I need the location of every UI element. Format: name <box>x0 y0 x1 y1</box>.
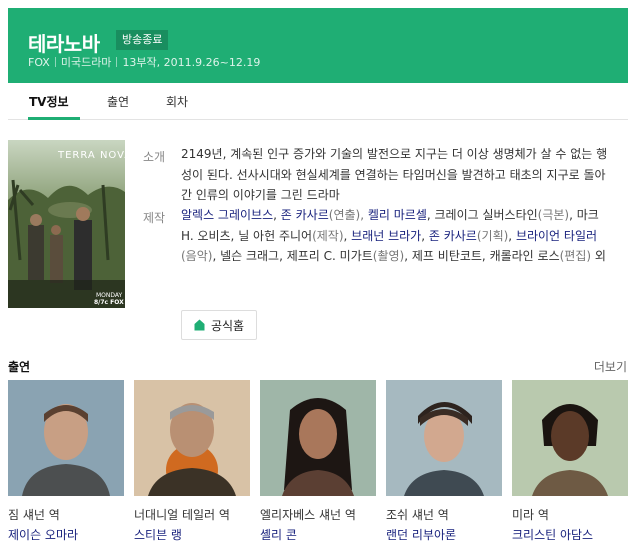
status-badge: 방송종료 <box>116 30 169 50</box>
credit-name: , 넬슨 크래그, 제프리 C. 미가트 <box>212 249 373 263</box>
credit-link[interactable]: 브래넌 브라가 <box>351 229 421 243</box>
credit-link[interactable]: 브라이언 타일러 <box>516 229 597 243</box>
credit-role: (촬영) <box>372 249 405 263</box>
tab-cast[interactable]: 출연 <box>107 93 129 110</box>
cast-photo[interactable] <box>134 380 250 496</box>
credit-separator: , <box>421 228 429 243</box>
credit-suffix: 외 <box>591 249 606 263</box>
divider <box>54 57 56 67</box>
credit-role: (제작) <box>312 228 344 243</box>
credit-link[interactable]: 존 카사르 <box>429 229 477 243</box>
tab-tv-info[interactable]: TV정보 <box>29 93 69 110</box>
header-meta: FOX 미국드라마 13부작, 2011.9.26~12.19 <box>28 54 260 70</box>
cast-photo[interactable] <box>260 380 376 496</box>
credit-role: (편집) <box>559 249 592 263</box>
poster-title: TERRA NOVA <box>57 150 125 161</box>
cast-actor-link[interactable]: 셸리 콘 <box>260 526 376 543</box>
tab-episodes[interactable]: 회차 <box>166 93 188 110</box>
cast-card[interactable]: 엘리자베스 섀넌 역 셸리 콘 <box>260 380 376 543</box>
cast-actor-link[interactable]: 크리스틴 아담스 <box>512 526 628 543</box>
credit-separator: , <box>273 208 281 222</box>
cast-portrait <box>512 380 628 496</box>
credit-role: (음악) <box>181 249 213 263</box>
poster-schedule: MONDAY <box>96 292 123 299</box>
divider <box>116 57 118 67</box>
cast-portrait <box>386 380 502 496</box>
cast-card[interactable]: 조쉬 섀넌 역 랜던 리부아론 <box>386 380 502 543</box>
credit-separator: , <box>343 228 352 243</box>
cast-role: 조쉬 섀넌 역 <box>386 508 449 522</box>
cast-photo[interactable] <box>386 380 502 496</box>
tab-bar: TV정보 출연 회차 <box>8 83 628 120</box>
homepage-label: 공식홈 <box>210 318 245 333</box>
header-banner: 테라노바 방송종료 FOX 미국드라마 13부작, 2011.9.26~12.19 <box>8 8 628 83</box>
poster-image[interactable]: TERRA NOVA MONDAY 8/7c FOX <box>8 140 125 308</box>
cast-card[interactable]: 너대니얼 테일러 역 스티븐 랭 <box>134 380 250 543</box>
episodes-dates: 13부작, 2011.9.26~12.19 <box>122 56 261 69</box>
home-icon <box>194 319 205 331</box>
poster-illustration: TERRA NOVA MONDAY 8/7c FOX <box>8 140 125 308</box>
credit-link[interactable]: 존 카사르 <box>281 208 329 222</box>
page-title: 테라노바 <box>28 32 100 56</box>
credits-text: 알렉스 그레이브스, 존 카사르(연출), 켈리 마르셀, 크레이그 실버스타인… <box>181 205 611 267</box>
synopsis-text: 2149년, 계속된 인구 증가와 기술의 발전으로 지구는 더 이상 생명체가… <box>181 147 608 202</box>
network-label: FOX <box>28 56 50 69</box>
credit-role: (연출), <box>328 208 368 222</box>
credits-label: 제작 <box>143 211 166 225</box>
genre-label: 미국드라마 <box>60 56 112 69</box>
credit-link[interactable]: 켈리 마르셀 <box>368 208 427 222</box>
cast-role: 미라 역 <box>512 508 549 522</box>
cast-role: 엘리자베스 섀넌 역 <box>260 508 356 522</box>
official-homepage-button[interactable]: 공식홈 <box>181 310 257 340</box>
credit-name: , 크레이그 실버스타인 <box>426 208 538 222</box>
cast-actor-link[interactable]: 랜던 리부아론 <box>386 526 502 543</box>
cast-card[interactable]: 미라 역 크리스틴 아담스 <box>512 380 628 543</box>
cast-portrait <box>134 380 250 496</box>
credit-role: (극본) <box>537 208 570 222</box>
cast-portrait <box>260 380 376 496</box>
active-tab-indicator <box>28 117 80 120</box>
cast-photo[interactable] <box>8 380 124 496</box>
cast-card[interactable]: 짐 섀넌 역 제이슨 오마라 <box>8 380 124 543</box>
credit-name: , 제프 비탄코트, 캐롤라인 로스 <box>404 249 560 263</box>
poster-network: 8/7c FOX <box>94 299 124 306</box>
credit-role: (기획) <box>476 228 509 243</box>
synopsis-label: 소개 <box>143 150 166 164</box>
cast-photo[interactable] <box>512 380 628 496</box>
cast-actor-link[interactable]: 제이슨 오마라 <box>8 526 124 543</box>
credit-separator: , <box>508 228 516 243</box>
cast-section-title: 출연 <box>8 360 31 374</box>
more-link[interactable]: 더보기 <box>594 358 627 375</box>
cast-actor-link[interactable]: 스티븐 랭 <box>134 526 250 543</box>
cast-role: 짐 섀넌 역 <box>8 508 60 522</box>
credit-link[interactable]: 알렉스 그레이브스 <box>181 208 273 222</box>
cast-portrait <box>8 380 124 496</box>
cast-role: 너대니얼 테일러 역 <box>134 508 230 522</box>
